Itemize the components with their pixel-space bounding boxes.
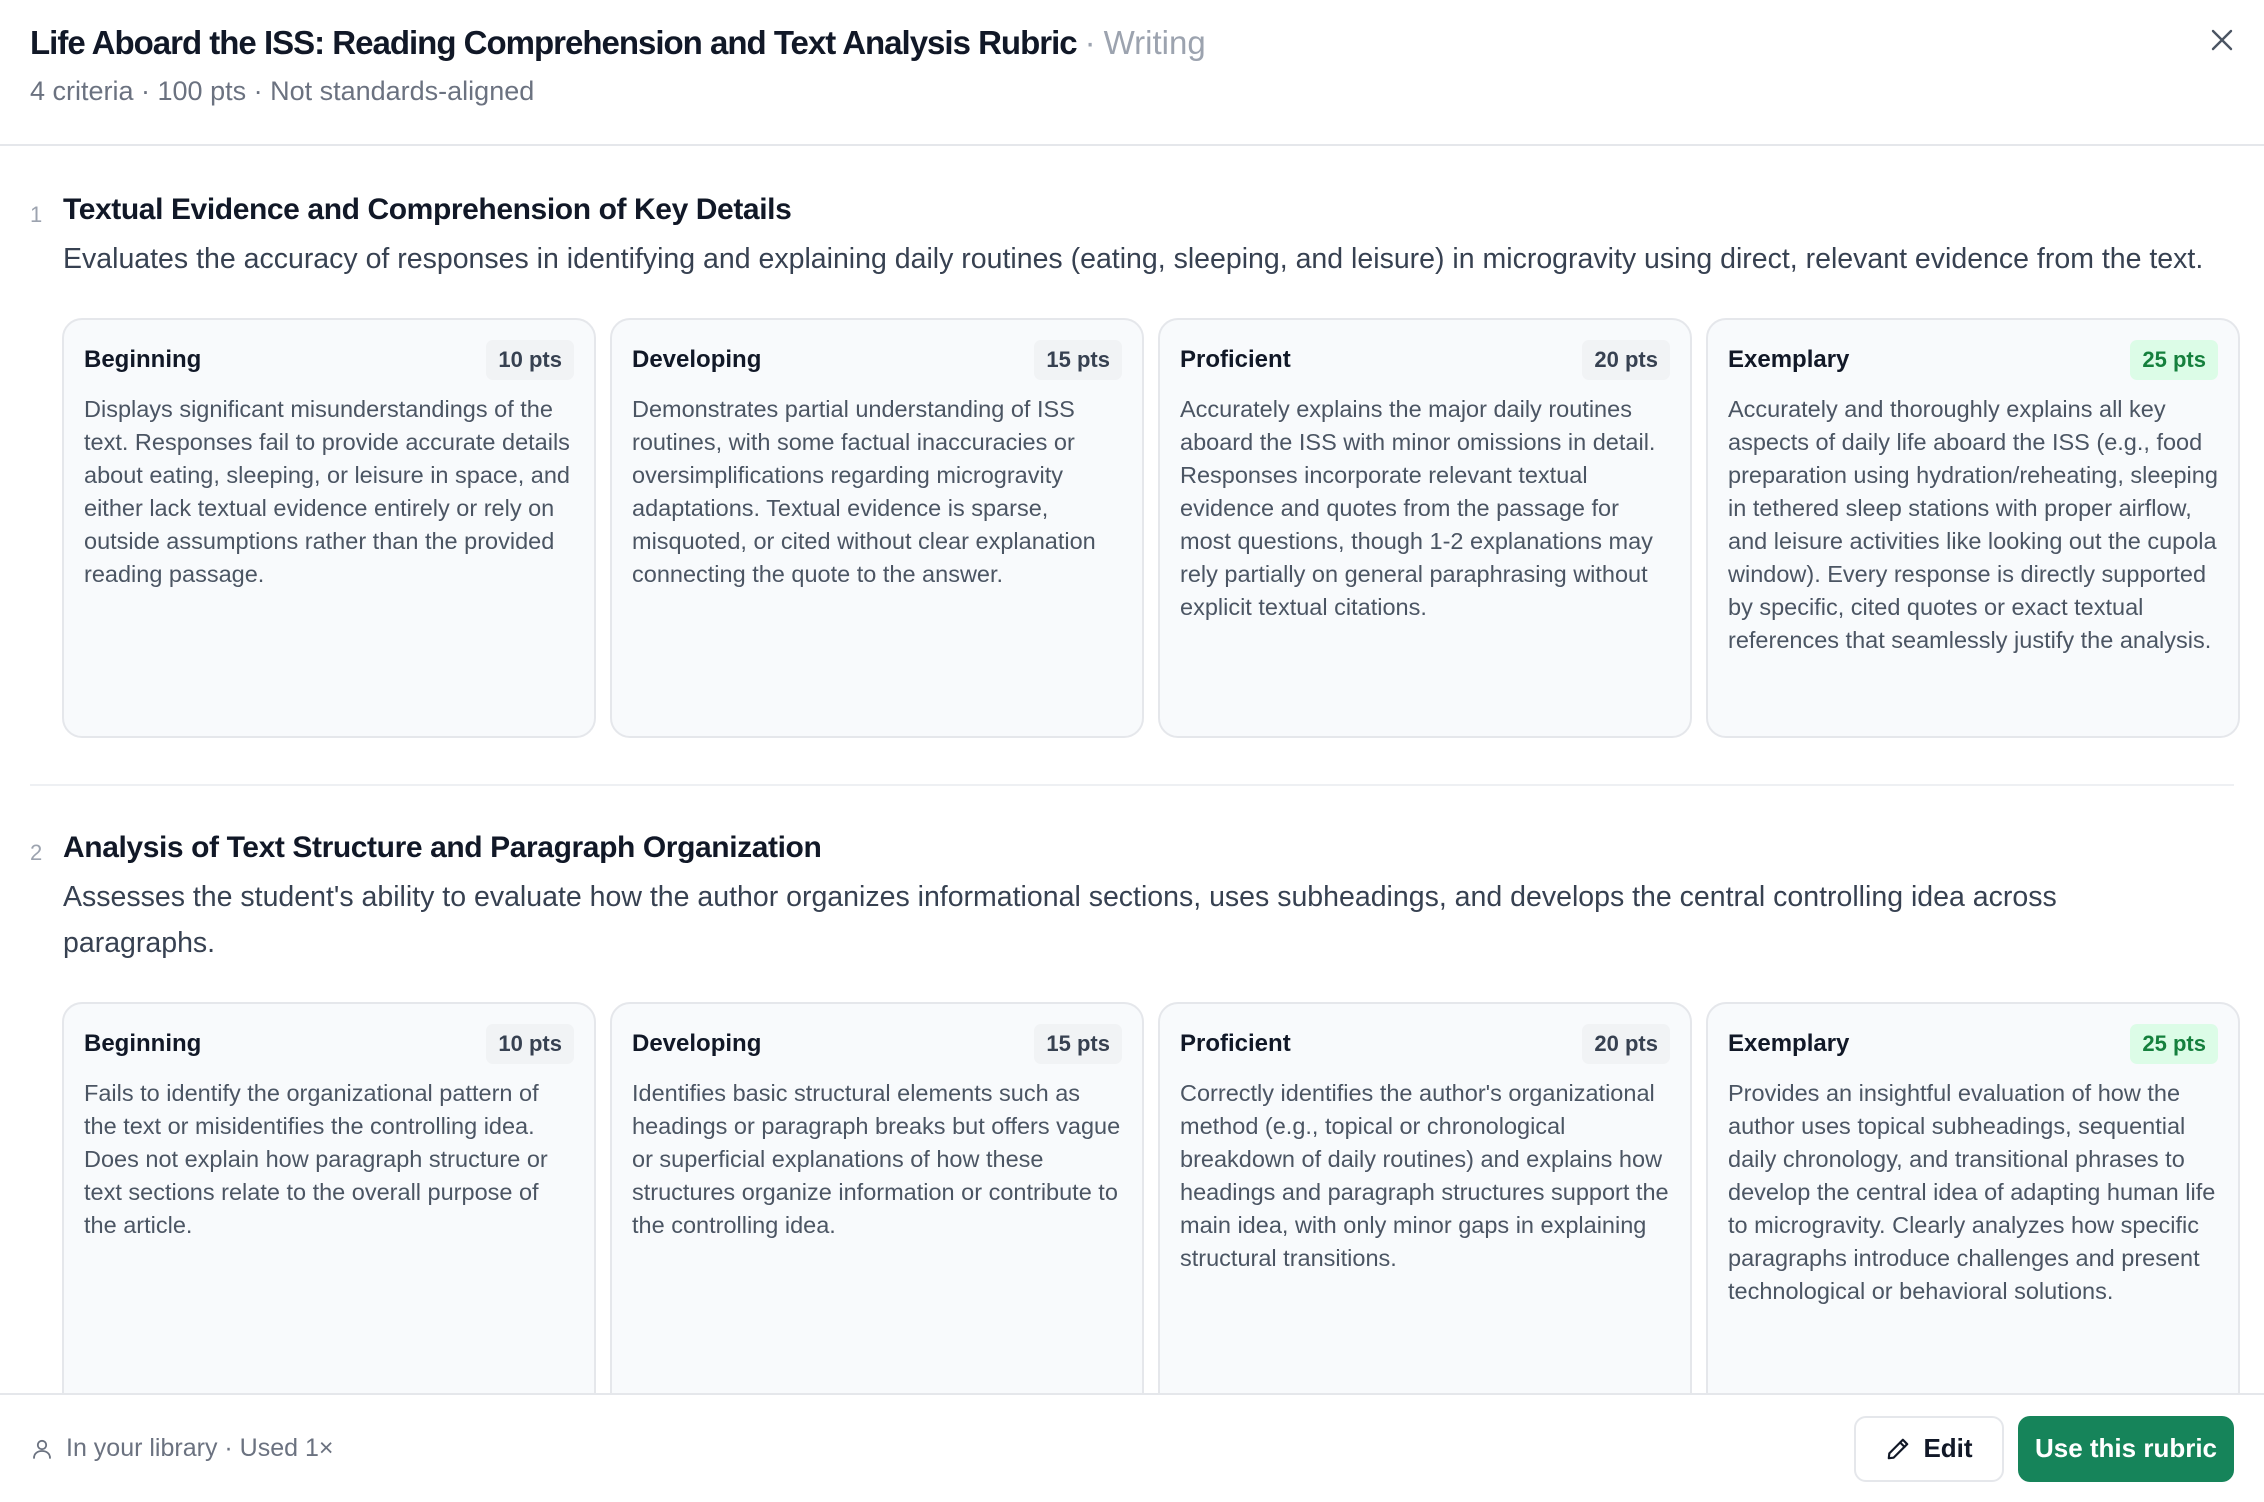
points-badge: 20 pts [1582,340,1670,380]
library-status: In your library · Used 1× [30,1434,333,1463]
points-badge: 15 pts [1034,340,1122,380]
level-card-beginning: Beginning 10 pts Fails to identify the o… [62,1002,596,1394]
footer-actions: Edit Use this rubric [1854,1415,2234,1482]
criterion-description: Assesses the student's ability to evalua… [63,881,2057,959]
rubric-title: Life Aboard the ISS: Reading Comprehensi… [30,24,1078,61]
points-badge-top: 25 pts [2130,1024,2218,1064]
criterion-1: 1 Textual Evidence and Comprehension of … [30,148,2240,738]
user-icon [33,1439,51,1459]
points-badge: 20 pts [1582,1024,1670,1064]
criterion-title: Analysis of Text Structure and Paragraph… [63,831,822,864]
level-name: Proficient [1180,1030,1291,1057]
edit-button-label: Edit [1923,1433,1973,1463]
criterion-2: 2 Analysis of Text Structure and Paragra… [30,784,2240,1394]
points-badge: 10 pts [486,1024,574,1064]
points-badge: 10 pts [486,340,574,380]
level-card-developing: Developing 15 pts Demonstrates partial u… [610,318,1144,738]
rubric-body: 1 Textual Evidence and Comprehension of … [0,148,2264,1394]
points-badge-top: 25 pts [2130,340,2218,380]
criterion-number: 1 [30,202,43,227]
level-description: Accurately and thoroughly explains all k… [1728,396,2218,653]
use-rubric-label: Use this rubric [2034,1433,2218,1463]
level-card-developing: Developing 15 pts Identifies basic struc… [610,1002,1144,1394]
level-description: Identifies basic structural elements suc… [632,1080,1121,1238]
level-name: Exemplary [1728,346,1850,373]
criterion-levels: Beginning 10 pts Fails to identify the o… [62,1002,2240,1394]
level-name: Proficient [1180,346,1291,373]
level-description: Provides an insightful evaluation of how… [1728,1080,2216,1304]
level-name: Beginning [84,1030,202,1057]
use-rubric-button[interactable]: Use this rubric [2018,1415,2234,1482]
level-description: Correctly identifies the author's organi… [1180,1080,1669,1271]
level-name: Developing [632,1030,762,1057]
title-row: Life Aboard the ISS: Reading Comprehensi… [30,24,2234,62]
title-separator: · [1084,24,1096,61]
criterion-number: 2 [30,840,43,865]
modal-header: Life Aboard the ISS: Reading Comprehensi… [0,0,2264,146]
pencil-icon [1888,1438,1909,1459]
level-description: Displays significant misunderstandings o… [84,396,570,587]
level-name: Developing [632,346,762,373]
level-card-exemplary: Exemplary 25 pts Provides an insightful … [1706,1002,2240,1394]
criterion-description: Evaluates the accuracy of responses in i… [63,243,2204,275]
level-name: Beginning [84,346,202,373]
subject-label: Writing [1103,24,1206,61]
criterion-levels: Beginning 10 pts Displays significant mi… [62,318,2240,738]
close-button[interactable] [2204,22,2240,58]
level-description: Accurately explains the major daily rout… [1180,396,1656,620]
rubric-meta: 4 criteria · 100 pts · Not standards-ali… [30,76,535,106]
level-card-proficient: Proficient 20 pts Accurately explains th… [1158,318,1692,738]
edit-button[interactable]: Edit [1854,1415,2004,1482]
level-description: Fails to identify the organizational pat… [84,1080,548,1238]
level-card-proficient: Proficient 20 pts Correctly identifies t… [1158,1002,1692,1394]
rubric-modal: Life Aboard the ISS: Reading Comprehensi… [0,0,2264,1502]
level-name: Exemplary [1728,1030,1850,1057]
criterion-title: Textual Evidence and Comprehension of Ke… [63,193,792,226]
level-card-exemplary: Exemplary 25 pts Accurately and thorough… [1706,318,2240,738]
points-badge: 15 pts [1034,1024,1122,1064]
level-description: Demonstrates partial understanding of IS… [632,396,1096,587]
close-icon [2211,29,2233,51]
level-card-beginning: Beginning 10 pts Displays significant mi… [62,318,596,738]
modal-footer: In your library · Used 1× Edit Use this … [0,1393,2264,1502]
library-status-text: In your library · Used 1× [66,1434,334,1462]
